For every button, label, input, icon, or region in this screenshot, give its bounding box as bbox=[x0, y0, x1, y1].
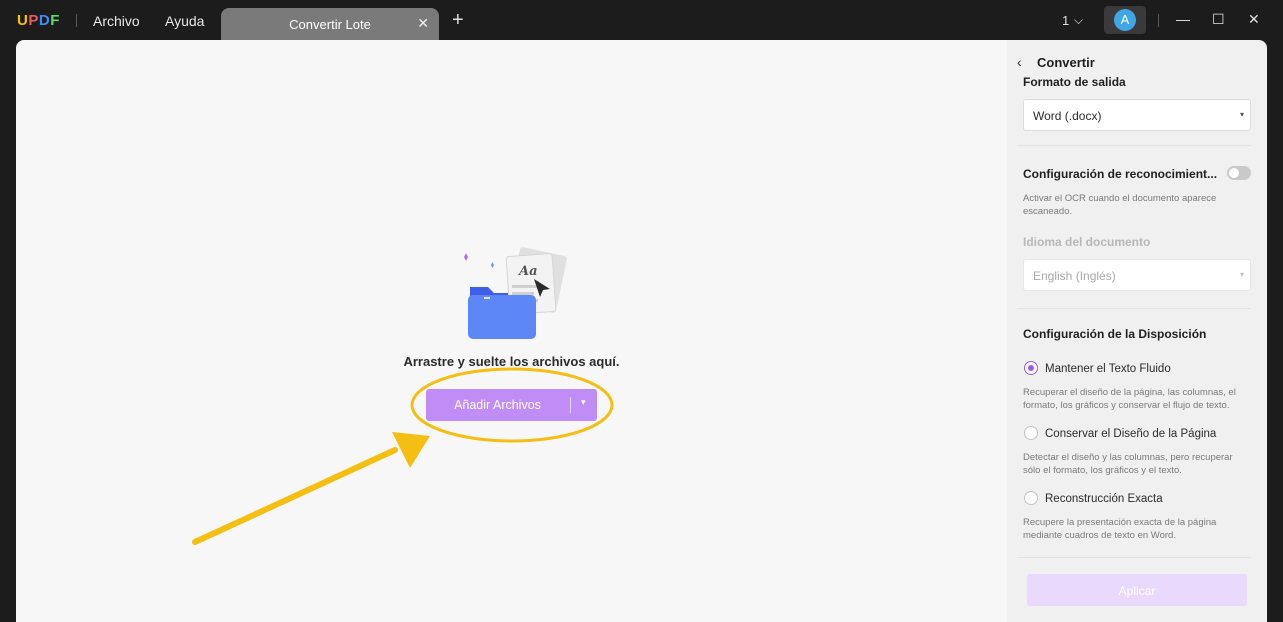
window-close-icon[interactable]: ✕ bbox=[1248, 11, 1260, 28]
ocr-description: Activar el OCR cuando el documento apare… bbox=[1023, 193, 1217, 217]
avatar: A bbox=[1114, 9, 1136, 31]
caret-down-icon: ▾ bbox=[1239, 270, 1244, 279]
title-divider-right bbox=[1158, 14, 1159, 27]
add-files-button[interactable]: Añadir Archivos ▾ bbox=[426, 389, 597, 421]
option-keep-page-layout-desc: Detectar el diseño y las columnas, pero … bbox=[1023, 452, 1233, 476]
minimize-icon[interactable]: — bbox=[1176, 11, 1190, 27]
new-tab-plus-icon[interactable]: + bbox=[452, 10, 464, 30]
drop-instructions: Arrastre y suelte los archivos aquí. bbox=[403, 354, 620, 369]
logo-letter-u: U bbox=[17, 12, 29, 29]
caret-down-icon: ▾ bbox=[1239, 110, 1244, 119]
page-count[interactable]: 1 bbox=[1062, 13, 1069, 28]
toggle-knob bbox=[1229, 168, 1239, 178]
account-button[interactable]: A bbox=[1104, 6, 1146, 34]
output-format-select[interactable]: Word (.docx) ▾ bbox=[1023, 99, 1251, 131]
radio-keep-page-layout[interactable] bbox=[1024, 426, 1038, 440]
menu-file[interactable]: Archivo bbox=[93, 13, 140, 29]
ocr-toggle[interactable] bbox=[1227, 166, 1251, 180]
output-format-label: Formato de salida bbox=[1023, 75, 1126, 89]
logo-letter-d: D bbox=[38, 12, 51, 29]
panel-title: Convertir bbox=[1037, 55, 1095, 70]
menu-help[interactable]: Ayuda bbox=[165, 13, 204, 29]
radio-exact-reconstruction[interactable] bbox=[1024, 491, 1038, 505]
option-exact-reconstruction-desc: Recupere la presentación exacta de la pá… bbox=[1023, 517, 1217, 541]
logo-letter-f: F bbox=[50, 12, 60, 29]
option-exact-reconstruction[interactable]: Reconstrucción Exacta bbox=[1045, 493, 1163, 505]
document-language-label: Idioma del documento bbox=[1023, 235, 1151, 249]
add-files-divider bbox=[570, 397, 571, 413]
apply-button[interactable]: Aplicar bbox=[1027, 574, 1247, 606]
option-keep-flowing-text-desc: Recuperar el diseño de la página, las co… bbox=[1023, 387, 1236, 411]
apply-label: Aplicar bbox=[1118, 584, 1156, 598]
panel-divider bbox=[1017, 308, 1251, 309]
updf-logo[interactable]: UPDF bbox=[17, 12, 60, 29]
chevron-down-icon[interactable]: ⌵ bbox=[1074, 13, 1083, 28]
option-keep-flowing-text[interactable]: Mantener el Texto Fluido bbox=[1045, 363, 1171, 375]
back-chevron-icon[interactable]: ‹ bbox=[1017, 54, 1022, 70]
tab-close-icon[interactable]: ✕ bbox=[417, 15, 429, 31]
title-bar: UPDF Archivo Ayuda Convertir Lote ✕ + 1 … bbox=[0, 0, 1283, 40]
document-language-value: English (Inglés) bbox=[1033, 269, 1116, 283]
logo-letter-p: P bbox=[28, 12, 39, 29]
tab-batch-convert[interactable]: Convertir Lote ✕ bbox=[221, 8, 439, 40]
panel-divider bbox=[1017, 557, 1251, 558]
maximize-icon[interactable]: ☐ bbox=[1212, 11, 1225, 28]
layout-settings-label: Configuración de la Disposición bbox=[1023, 327, 1207, 341]
panel-divider bbox=[1017, 145, 1251, 146]
illustration-aa-text: Aa bbox=[517, 264, 538, 279]
option-keep-page-layout[interactable]: Conservar el Diseño de la Página bbox=[1045, 428, 1216, 440]
document-language-select[interactable]: English (Inglés) ▾ bbox=[1023, 259, 1251, 291]
ocr-settings-label: Configuración de reconocimient... bbox=[1023, 167, 1218, 181]
title-divider bbox=[76, 14, 77, 27]
files-illustration-icon: Aa bbox=[464, 247, 567, 339]
add-files-dropdown-icon[interactable]: ▾ bbox=[581, 397, 586, 408]
tab-label: Convertir Lote bbox=[289, 17, 371, 32]
output-format-value: Word (.docx) bbox=[1033, 109, 1102, 123]
window-edge bbox=[1267, 40, 1283, 622]
add-files-label: Añadir Archivos bbox=[454, 398, 541, 412]
radio-keep-flowing-text[interactable] bbox=[1024, 361, 1038, 375]
